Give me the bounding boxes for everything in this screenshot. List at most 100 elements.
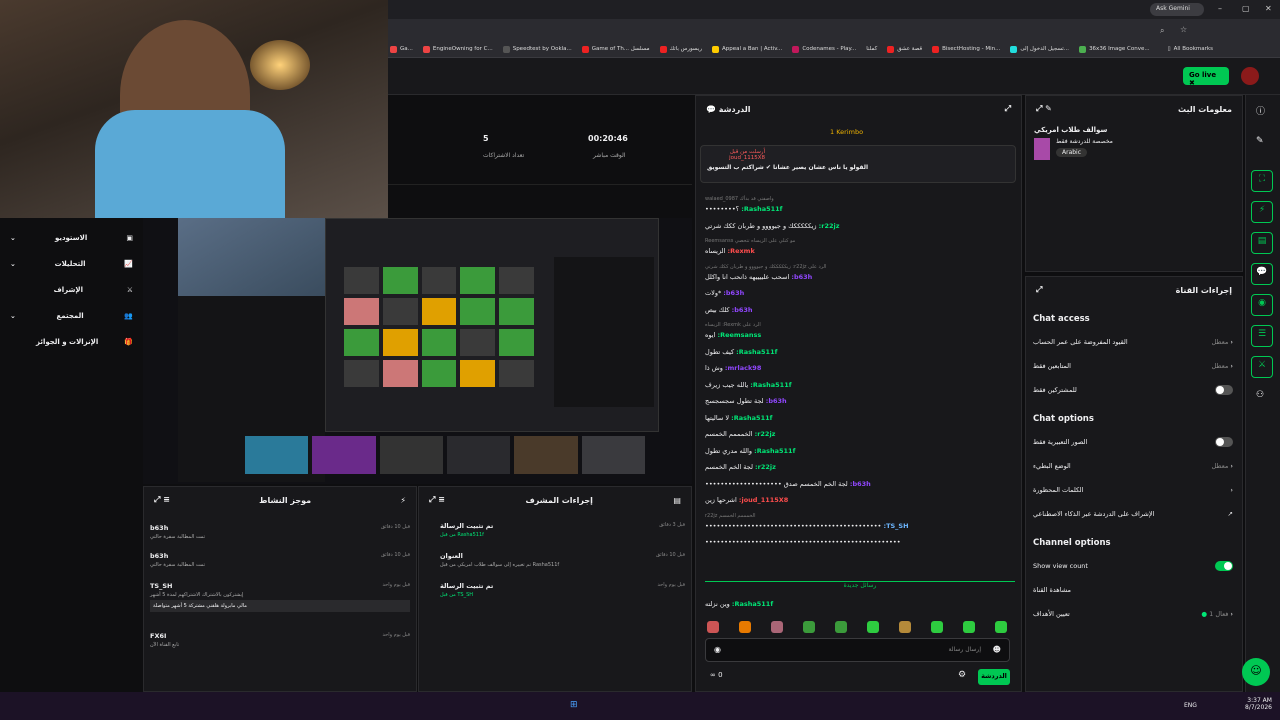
rail-chat-button[interactable]: 💬	[1251, 263, 1273, 285]
activity-item[interactable]: b63h قبل 10 دقائق تمت المطالبة سفرة حالتي	[150, 552, 410, 568]
chat-username[interactable]: b63h:	[791, 273, 812, 281]
expand-icon[interactable]: ⤢ ≡	[429, 495, 445, 505]
followers-only-setting[interactable]: المتابعين فقط معطل ›	[1033, 358, 1233, 374]
chat-username[interactable]: Rasha511f:	[741, 205, 782, 213]
star-icon[interactable]: ☆	[1180, 25, 1187, 34]
chat-username[interactable]: b63h:	[732, 306, 753, 314]
chat-username[interactable]: Rasha511f:	[754, 447, 795, 455]
chat-input[interactable]: ◉ إرسال رسالة ☻	[705, 638, 1010, 662]
slow-mode-setting[interactable]: الوضع البطيء معطل ›	[1033, 458, 1233, 474]
view-count-setting[interactable]: Show view count	[1033, 558, 1233, 574]
mod-action-item[interactable]: تم تثبيت الرسالة قبل 3 دقائق من قبل Rasha5…	[440, 522, 685, 538]
avatar[interactable]	[1241, 67, 1259, 85]
search-icon[interactable]: ⌕	[1160, 26, 1164, 36]
minimize-icon[interactable]: –	[1218, 4, 1222, 13]
chat-message[interactable]: Rasha511f: لا ساليتها	[705, 414, 1015, 422]
activity-item[interactable]: TS_SH قبل يوم واحد إيشتركون بالاشتراك الاش…	[150, 582, 410, 612]
chat-username[interactable]: b63h:	[723, 289, 744, 297]
ask-gemini-button[interactable]: Ask Gemini	[1150, 3, 1204, 16]
chat-username[interactable]: joud_1115X8:	[739, 496, 788, 504]
windows-start-icon[interactable]: ⊞	[570, 700, 578, 710]
info-icon[interactable]: ⓘ	[1256, 104, 1265, 117]
close-icon[interactable]: ✕	[1265, 4, 1272, 13]
mod-action-item[interactable]: العنوان قبل 10 دقائق تم تغييره إلى سوالف ط…	[440, 552, 685, 568]
nav-moderation[interactable]: الإشراف ⚔	[10, 280, 133, 300]
chat-message[interactable]: ••••••••••••••••••••••••••••••••••••••••…	[705, 538, 1015, 546]
maximize-icon[interactable]: ▢	[1242, 4, 1250, 13]
chat-username[interactable]: Rasha511f:	[731, 414, 772, 422]
help-button[interactable]: ☺	[1242, 658, 1270, 686]
bookmark[interactable]: 36x36 Image Conve...	[1079, 45, 1150, 53]
chat-message[interactable]: mrlack98: وش ذا	[705, 364, 1015, 372]
watch-channel-setting[interactable]: مشاهدة القناة	[1033, 582, 1233, 598]
chat-username[interactable]: r22jz:	[755, 430, 776, 438]
emote[interactable]	[995, 621, 1007, 633]
nav-drops[interactable]: الإنزالات و الجوائز 🎁	[10, 332, 133, 352]
chat-message[interactable]: Rasha511f: وين نزلته	[705, 600, 1015, 608]
bookmark[interactable]: كملنا	[866, 46, 877, 52]
chat-send-button[interactable]: الدردشة	[978, 669, 1010, 685]
bookmark[interactable]: BisectHosting - Min...	[932, 45, 1000, 53]
chat-message[interactable]: b63h: كلك بيص	[705, 306, 1015, 314]
rail-bolt-button[interactable]: ⚡	[1251, 201, 1273, 223]
emote[interactable]	[803, 621, 815, 633]
chat-message[interactable]: b63h: لجة تطول سجسجسج	[705, 397, 1015, 405]
chat-username[interactable]: r22jz:	[755, 463, 776, 471]
bookmark[interactable]: EngineOwning for C...	[422, 45, 493, 53]
subs-only-toggle[interactable]	[1215, 385, 1233, 395]
activity-item[interactable]: b63h قبل 10 دقائق تمت المطالبة سفرة حالتي	[150, 524, 410, 540]
emote[interactable]	[867, 621, 879, 633]
chat-message[interactable]: r22jz: لجة الخم الخمسم	[705, 463, 1015, 471]
nav-analytics[interactable]: ⌄ التحليلات 📈	[10, 254, 133, 274]
goals-setting[interactable]: تعيين الأهداف ● فعال 1 ›	[1033, 606, 1233, 622]
rail-list-button[interactable]: ☰	[1251, 325, 1273, 347]
bookmark[interactable]: تسجيل الدخول إلى...	[1010, 45, 1069, 53]
emote[interactable]	[739, 621, 751, 633]
chat-username[interactable]: r22jz:	[819, 222, 840, 230]
emote[interactable]	[835, 621, 847, 633]
language-indicator[interactable]: ENG	[1184, 702, 1197, 709]
emote-only-setting[interactable]: الصور التعبيرية فقط	[1033, 434, 1233, 450]
chat-message[interactable]: r22jz: زيكككككك و جيوووو و طربان ككك شرت…	[705, 222, 1015, 230]
chat-username[interactable]: Rasha511f:	[750, 381, 791, 389]
emote-picker-icon[interactable]: ◉	[714, 645, 721, 654]
go-live-button[interactable]: Go live ✖	[1183, 67, 1229, 87]
chat-username[interactable]: TS_SH:	[883, 522, 908, 530]
mod-action-item[interactable]: تم تثبيت الرسالة قبل يوم واحد من قبل TS_SH	[440, 582, 685, 598]
chat-message[interactable]: Rasha511f: والله مدري تطول	[705, 447, 1015, 455]
pencil-icon[interactable]: ✎	[1256, 136, 1264, 146]
activity-item[interactable]: FX6I قبل يوم واحد تابع القناة الآن	[150, 632, 410, 648]
bookmark[interactable]: Ga...	[390, 45, 413, 53]
popout-icon[interactable]: ⤢ ✎	[1036, 104, 1052, 114]
chat-message[interactable]: r22jz: الخمممم الخمسم	[705, 430, 1015, 438]
subs-only-setting[interactable]: للمشتركين فقط	[1033, 382, 1233, 398]
blocked-terms-setting[interactable]: الكلمات المحظورة ›	[1033, 482, 1233, 498]
chat-message[interactable]: Rasha511f: كيف تطول	[705, 348, 1015, 356]
emote[interactable]	[707, 621, 719, 633]
chat-username[interactable]: Rexmk:	[727, 247, 754, 255]
nav-community[interactable]: ⌄ المجتمع 👥	[10, 306, 133, 326]
automod-setting[interactable]: الإشراف على الدردشة عبر الذكاء الاصطناعي…	[1033, 506, 1233, 522]
emote[interactable]	[931, 621, 943, 633]
popout-icon[interactable]: ⤢	[1036, 285, 1042, 295]
emote[interactable]	[771, 621, 783, 633]
pinned-message[interactable]: أرسلت من قبل joud_1115X8 القولو يا ناس ع…	[700, 145, 1016, 183]
chat-message[interactable]: b63h: *ولات	[705, 289, 1015, 297]
chat-message[interactable]: Rasha511f: ؟••••••••	[705, 205, 1015, 213]
emote-only-toggle[interactable]	[1215, 437, 1233, 447]
rail-doc-button[interactable]: ▤	[1251, 232, 1273, 254]
chat-username[interactable]: b63h:	[766, 397, 787, 405]
bookmark[interactable]: Appeal a Ban | Activ...	[711, 45, 782, 53]
chat-username[interactable]: b63h:	[850, 480, 871, 488]
rail-clip-button[interactable]: ⛶	[1251, 170, 1273, 192]
emote[interactable]	[899, 621, 911, 633]
nav-studio[interactable]: ⌄ الاستوديو ▣	[10, 228, 133, 248]
bookmark[interactable]: Codenames - Play...	[792, 45, 856, 53]
chat-username[interactable]: Rasha511f:	[736, 348, 777, 356]
bookmark[interactable]: ريسورس باتك	[659, 45, 702, 53]
chat-message[interactable]: joud_1115X8: اشرحها زين	[705, 496, 1015, 504]
chat-username[interactable]: mrlack98:	[725, 364, 761, 372]
smile-icon[interactable]: ☻	[993, 645, 1001, 654]
chat-message[interactable]: Reemsanss: ايوه	[705, 331, 1015, 339]
clock[interactable]: 3:37 AM 8/7/2026	[1245, 697, 1272, 711]
